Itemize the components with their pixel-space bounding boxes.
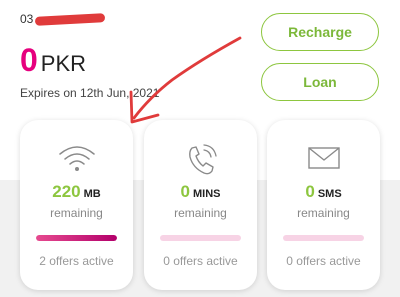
sms-value-number: 0 [305,182,315,201]
sms-offers-active: 0 offers active [286,254,361,268]
data-offers-active: 2 offers active [39,254,114,268]
phone-number-prefix: 03 [20,12,34,26]
minutes-value: 0 MINS [144,182,257,204]
data-progress-fill [36,235,117,241]
minutes-remaining-label: remaining [174,206,227,220]
minutes-balance-card[interactable]: 0 MINS remaining 0 offers active [144,120,257,290]
data-remaining-label: remaining [50,206,103,220]
data-progress-bar [36,235,117,241]
data-value-number: 220 [52,182,81,201]
data-balance-card[interactable]: 220 MB remaining 2 offers active [20,120,133,290]
phone-number: 03 [20,12,106,27]
phone-icon [144,142,257,178]
minutes-progress-bar [160,235,241,241]
wifi-icon [20,142,133,178]
recharge-button[interactable]: Recharge [261,13,379,51]
sms-progress-bar [283,235,364,241]
minutes-value-number: 0 [180,182,190,201]
balance-amount: 0 [20,42,38,78]
balance-currency: PKR [40,51,87,76]
sms-balance-card[interactable]: 0 SMS remaining 0 offers active [267,120,380,290]
data-value-unit: MB [83,188,101,200]
balance: 0 PKR [20,44,86,76]
loan-button[interactable]: Loan [261,63,379,101]
envelope-icon [267,142,380,178]
sms-value: 0 SMS [267,182,380,204]
data-value: 220 MB [20,182,133,204]
minutes-value-unit: MINS [192,188,221,200]
minutes-offers-active: 0 offers active [163,254,238,268]
phone-number-redaction [35,13,106,27]
sms-value-unit: SMS [317,188,342,200]
sms-remaining-label: remaining [297,206,350,220]
expiry-date: Expires on 12th Jun, 2021 [20,86,160,100]
